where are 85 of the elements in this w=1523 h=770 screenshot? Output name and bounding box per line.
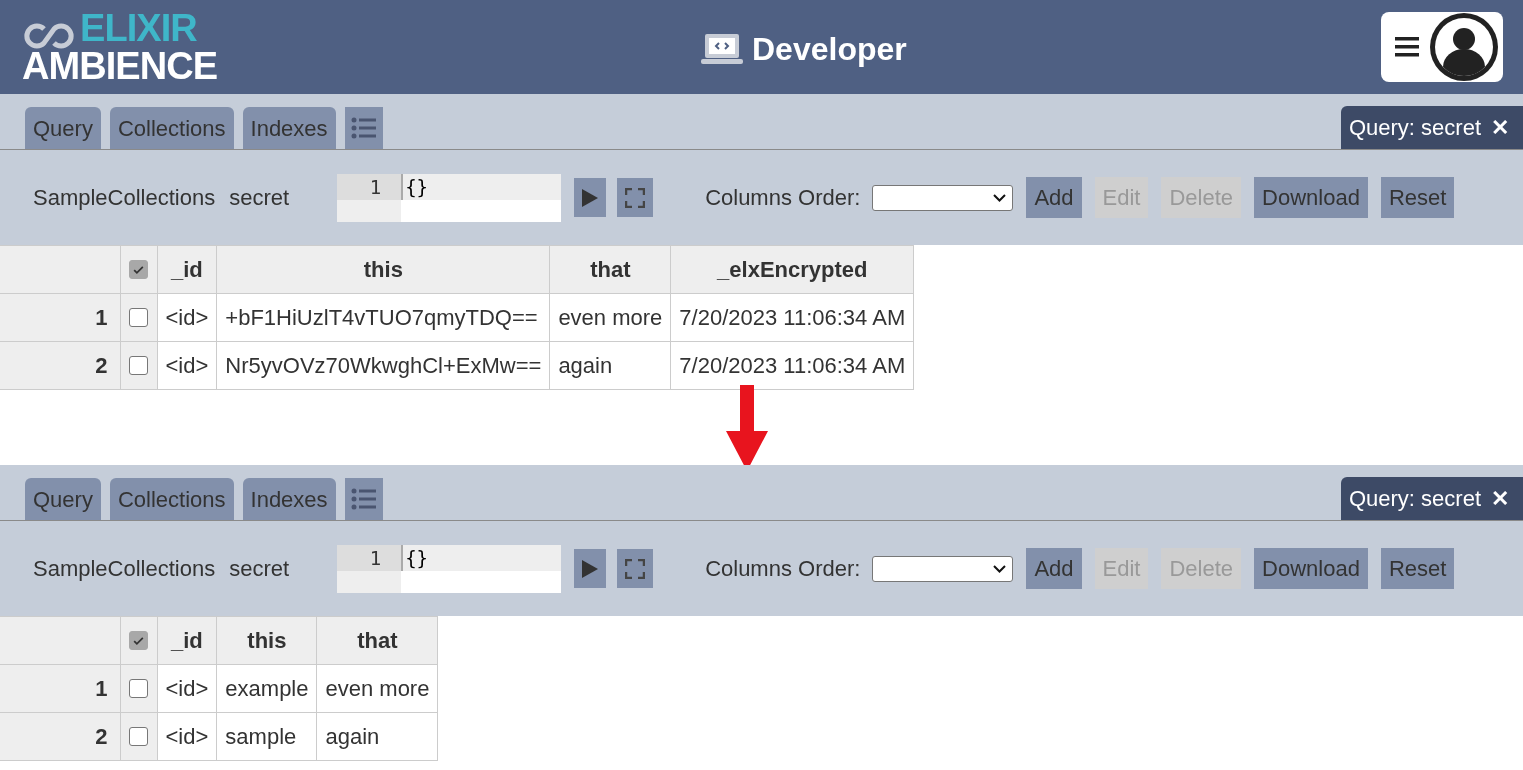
columns-order-select[interactable]: [872, 184, 1014, 211]
query-editor[interactable]: 1 {}: [337, 173, 562, 222]
logo-text: ELIXIR: [80, 9, 198, 47]
collection-name: SampleCollections: [33, 184, 216, 212]
table-cell: 7/20/2023 11:06:34 AM: [670, 293, 914, 342]
table-cell: even more: [317, 664, 438, 713]
fullscreen-button[interactable]: [617, 178, 654, 217]
query-tab[interactable]: Query: secret ✕: [1340, 477, 1523, 520]
columns-order-label: Columns Order:: [705, 184, 861, 212]
column-header[interactable]: _elxEncrypted: [670, 245, 914, 294]
run-button[interactable]: [574, 178, 607, 217]
table-cell: <id>: [157, 341, 217, 390]
row-number: 2: [0, 712, 120, 761]
chevron-down-icon: [993, 564, 1007, 573]
document-name: secret: [229, 555, 290, 583]
action-button[interactable]: Download: [1254, 548, 1368, 589]
action-button[interactable]: Add: [1026, 548, 1082, 589]
table-cell: again: [317, 712, 438, 761]
query-tab[interactable]: Query: secret ✕: [1340, 106, 1523, 149]
logo-text: AMBIENCE: [22, 47, 218, 85]
menu-icon: [1395, 36, 1419, 58]
checkmark-icon: [132, 263, 145, 276]
line-number: 1: [337, 173, 402, 200]
columns-order-label: Columns Order:: [705, 555, 861, 583]
collection-name: SampleCollections: [33, 555, 216, 583]
play-icon: [581, 187, 600, 208]
table-cell: <id>: [157, 293, 217, 342]
row-number: 2: [0, 341, 120, 390]
query-text: {}: [401, 173, 562, 200]
fullscreen-button[interactable]: [617, 549, 654, 588]
column-header[interactable]: this: [216, 245, 550, 294]
expand-icon: [625, 187, 646, 208]
row-number: 1: [0, 664, 120, 713]
run-button[interactable]: [574, 549, 607, 588]
table-cell: <id>: [157, 664, 217, 713]
action-button[interactable]: Download: [1254, 177, 1368, 218]
checkmark-icon: [132, 634, 145, 647]
action-button[interactable]: Add: [1026, 177, 1082, 218]
tab[interactable]: Indexes: [242, 107, 336, 149]
play-icon: [581, 558, 600, 579]
table-cell: even more: [549, 293, 671, 342]
tab-label: Query: secret: [1348, 485, 1481, 513]
checkbox[interactable]: [129, 631, 148, 650]
tab[interactable]: Collections: [109, 107, 234, 149]
query-text: {}: [401, 544, 562, 571]
page-title: Developer: [752, 30, 907, 69]
document-name: secret: [229, 184, 290, 212]
list-icon: [350, 488, 377, 510]
checkbox[interactable]: [129, 260, 148, 279]
chevron-down-icon: [993, 193, 1007, 202]
list-icon: [350, 117, 377, 139]
table-cell: Nr5yvOVz70WkwghCl+ExMw==: [216, 341, 550, 390]
list-button[interactable]: [344, 478, 383, 520]
checkbox[interactable]: [129, 308, 148, 327]
tab[interactable]: Collections: [109, 478, 234, 520]
table-cell: <id>: [157, 712, 217, 761]
expand-icon: [625, 558, 646, 579]
column-header[interactable]: _id: [157, 245, 217, 294]
table-cell: sample: [216, 712, 317, 761]
list-button[interactable]: [344, 107, 383, 149]
checkbox[interactable]: [129, 727, 148, 746]
query-editor[interactable]: 1 {}: [337, 544, 562, 593]
close-button[interactable]: ✕: [1491, 111, 1509, 144]
tab[interactable]: Query: [25, 478, 101, 520]
table-cell: again: [549, 341, 671, 390]
close-button[interactable]: ✕: [1491, 482, 1509, 515]
tab-label: Query: secret: [1348, 114, 1481, 142]
columns-order-select[interactable]: [872, 555, 1014, 582]
column-header[interactable]: that: [317, 616, 438, 665]
column-header[interactable]: this: [216, 616, 317, 665]
line-number: 1: [337, 544, 402, 571]
table-cell: example: [216, 664, 317, 713]
user-menu[interactable]: [1381, 12, 1503, 82]
avatar-icon: [1429, 12, 1499, 82]
column-header[interactable]: _id: [157, 616, 217, 665]
tab[interactable]: Query: [25, 107, 101, 149]
action-button[interactable]: Reset: [1380, 177, 1455, 218]
row-number: 1: [0, 293, 120, 342]
checkbox[interactable]: [129, 679, 148, 698]
tab[interactable]: Indexes: [242, 478, 336, 520]
checkbox[interactable]: [129, 356, 148, 375]
table-cell: +bF1HiUzlT4vTUO7qmyTDQ==: [216, 293, 550, 342]
laptop-code-icon: [700, 32, 744, 66]
column-header[interactable]: that: [549, 245, 671, 294]
action-button[interactable]: Reset: [1380, 548, 1455, 589]
